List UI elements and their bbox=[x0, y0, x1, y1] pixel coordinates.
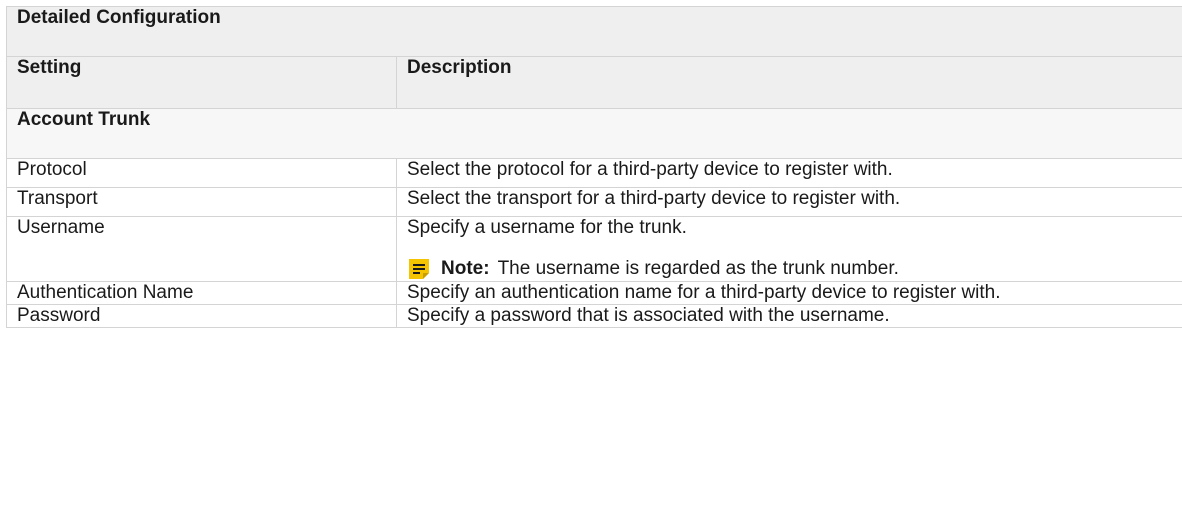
description-cell: Specify a username for the trunk. Note: … bbox=[395, 216, 1182, 282]
table-title: Detailed Configuration bbox=[5, 6, 1182, 57]
description-text: Specify a username for the trunk. bbox=[407, 217, 687, 238]
section-title: Account Trunk bbox=[5, 108, 1182, 159]
section-row: Account Trunk bbox=[5, 108, 1182, 159]
table-row: Username Specify a username for the trun… bbox=[6, 216, 1182, 282]
detailed-configuration-table: Detailed Configuration Setting Descripti… bbox=[5, 6, 1182, 328]
description-cell: Select the transport for a third-party d… bbox=[395, 187, 1182, 217]
table-row: Authentication Name Specify an authentic… bbox=[6, 281, 1182, 305]
note-text: The username is regarded as the trunk nu… bbox=[497, 258, 899, 279]
description-cell: Specify an authentication name for a thi… bbox=[395, 281, 1182, 305]
note-callout: Note: The username is regarded as the tr… bbox=[407, 257, 1172, 281]
setting-cell: Authentication Name bbox=[6, 281, 397, 305]
column-header-setting: Setting bbox=[6, 56, 397, 109]
table-header-row: Setting Description bbox=[6, 56, 1182, 109]
table-row: Protocol Select the protocol for a third… bbox=[6, 158, 1182, 188]
table-row: Transport Select the transport for a thi… bbox=[6, 187, 1182, 217]
description-cell: Specify a password that is associated wi… bbox=[395, 304, 1182, 328]
setting-cell: Username bbox=[6, 216, 397, 282]
note-label: Note: bbox=[441, 258, 490, 279]
setting-cell: Password bbox=[6, 304, 397, 328]
column-header-description: Description bbox=[395, 56, 1182, 109]
setting-cell: Transport bbox=[6, 187, 397, 217]
table-row: Password Specify a password that is asso… bbox=[6, 304, 1182, 328]
description-cell: Select the protocol for a third-party de… bbox=[395, 158, 1182, 188]
note-icon bbox=[409, 259, 429, 279]
setting-cell: Protocol bbox=[6, 158, 397, 188]
table-title-row: Detailed Configuration bbox=[5, 6, 1182, 57]
